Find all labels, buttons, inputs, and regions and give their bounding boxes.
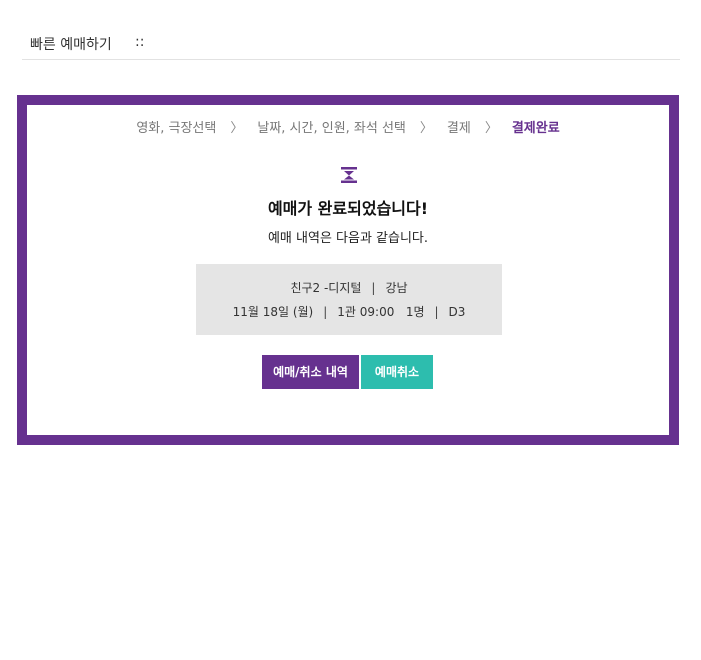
hourglass-icon <box>341 167 357 183</box>
summary-divider: | <box>434 305 439 319</box>
quick-booking-header: 빠른 예매하기 :: <box>22 24 680 60</box>
step-movie-theater: 영화, 극장선택 <box>136 121 217 136</box>
page-title: 빠른 예매하기 <box>30 37 112 53</box>
booking-complete-subtitle: 예매 내역은 다음과 같습니다. <box>267 231 429 246</box>
summary-line-movie: 친구2 -디지털 | 강남 <box>196 279 502 296</box>
step-arrow-icon: 〉 <box>484 121 498 136</box>
summary-theater: 강남 <box>385 281 408 295</box>
step-date-time-seat: 날짜, 시간, 인원, 좌석 선택 <box>257 121 406 136</box>
step-arrow-icon: 〉 <box>419 121 433 136</box>
summary-movie: 친구2 -디지털 <box>290 281 362 295</box>
booking-complete-panel: 영화, 극장선택 〉 날짜, 시간, 인원, 좌석 선택 〉 결제 〉 결제완료 예매가 완… <box>17 95 679 445</box>
booking-steps: 영화, 극장선택 〉 날짜, 시간, 인원, 좌석 선택 〉 결제 〉 결제완료 <box>27 117 669 136</box>
summary-date: 11월 18일 (월) <box>232 305 314 319</box>
summary-line-schedule: 11월 18일 (월) | 1관 09:00 1명 | D3 <box>196 303 502 320</box>
cancel-booking-button[interactable]: 예매취소 <box>361 355 433 389</box>
booking-complete-title: 예매가 완료되었습니다! <box>267 199 429 218</box>
quick-booking-page: 빠른 예매하기 :: 영화, 극장선택 〉 날짜, 시간, 인원, 좌석 선택 〉 결제… <box>0 0 701 660</box>
summary-screen-time: 1관 09:00 <box>337 305 395 319</box>
summary-seat: D3 <box>448 305 466 319</box>
booking-summary: 친구2 -디지털 | 강남 11월 18일 (월) | 1관 09:00 1명 | D3 <box>196 264 502 335</box>
step-payment: 결제 <box>446 121 471 136</box>
booking-history-button[interactable]: 예매/취소 내역 <box>262 355 359 389</box>
step-payment-complete: 결제완료 <box>511 121 560 136</box>
step-arrow-icon: 〉 <box>230 121 244 136</box>
title-separator: :: <box>135 34 145 50</box>
summary-divider: | <box>323 305 328 319</box>
summary-divider: | <box>371 281 376 295</box>
summary-people: 1명 <box>405 305 425 319</box>
